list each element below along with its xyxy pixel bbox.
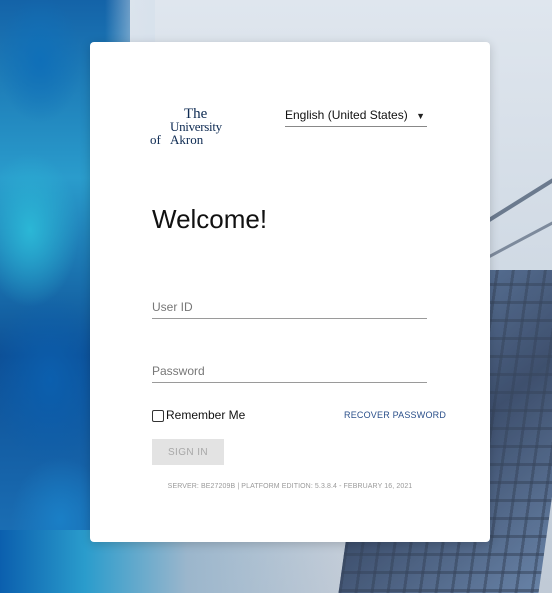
language-select[interactable]: English (United States) ▼ [285, 106, 427, 127]
logo-line-akron: Akron [170, 132, 204, 147]
password-input[interactable] [152, 360, 427, 383]
remember-me-label[interactable]: Remember Me [166, 408, 245, 422]
recover-password-link[interactable]: RECOVER PASSWORD [344, 410, 446, 420]
page-title: Welcome! [152, 204, 268, 234]
university-logo: The University of Akron [150, 106, 230, 148]
server-info: SERVER: BE27209B | PLATFORM EDITION: 5.3… [167, 483, 413, 490]
logo-line-of: of [150, 132, 161, 147]
login-card: The University of Akron English (United … [90, 42, 490, 542]
caret-down-icon: ▼ [416, 111, 425, 121]
user-id-input[interactable] [152, 296, 427, 319]
remember-me-checkbox[interactable] [152, 410, 164, 422]
language-select-value: English (United States) [285, 108, 408, 122]
sign-in-button[interactable]: SIGN IN [152, 439, 224, 465]
